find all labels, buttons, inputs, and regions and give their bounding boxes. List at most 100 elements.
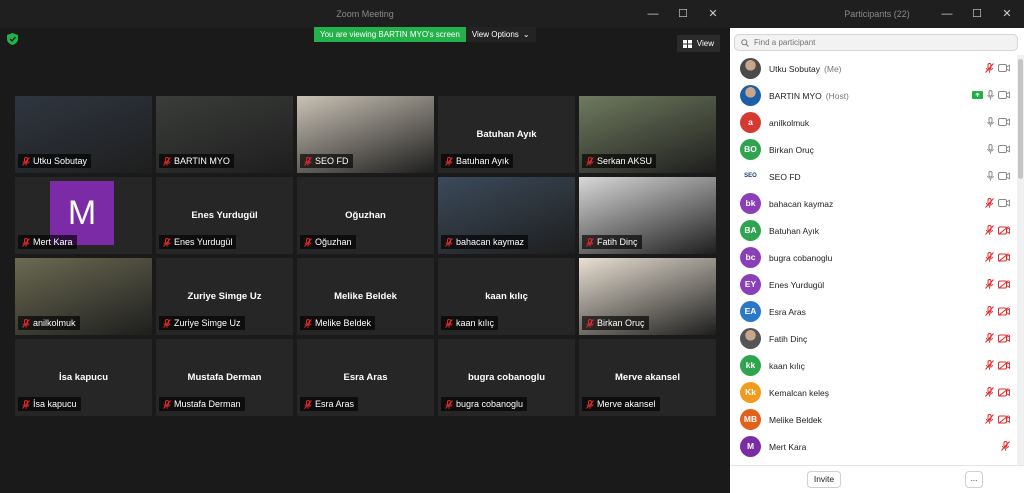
close-button[interactable]: ✕: [998, 6, 1016, 22]
more-button[interactable]: ...: [965, 471, 983, 488]
video-off-icon[interactable]: [998, 387, 1010, 397]
mic-muted-icon[interactable]: [985, 360, 994, 370]
video-camera-icon[interactable]: [998, 91, 1010, 99]
tile-name-label: Merve akansel: [582, 397, 660, 411]
participant-row[interactable]: bc bugra cobanoglu: [730, 244, 1016, 271]
search-icon: [741, 38, 749, 47]
participant-row[interactable]: BA Batuhan Ayık: [730, 217, 1016, 244]
video-tile[interactable]: BARTIN MYO: [156, 96, 293, 173]
maximize-button[interactable]: ☐: [674, 6, 692, 22]
participant-name: bugra cobanoglu: [769, 252, 833, 263]
tile-center-name: Zuriye Simge Uz: [187, 291, 262, 302]
maximize-button[interactable]: ☐: [968, 6, 986, 22]
video-tile[interactable]: Enes Yurdugül Enes Yurdugül: [156, 177, 293, 254]
video-tile[interactable]: anilkolmuk: [15, 258, 152, 335]
shield-icon[interactable]: [7, 33, 18, 45]
participant-row[interactable]: a anilkolmuk: [730, 109, 1016, 136]
participant-name: Fatih Dinç: [769, 333, 808, 344]
participant-name: kaan kılıç: [769, 360, 805, 371]
video-tile[interactable]: kaan kılıç kaan kılıç: [438, 258, 575, 335]
mic-muted-icon[interactable]: [1001, 441, 1010, 451]
mic-muted-icon[interactable]: [985, 306, 994, 316]
scrollbar[interactable]: [1017, 55, 1024, 465]
tile-center-name: Esra Aras: [343, 372, 388, 383]
participant-row[interactable]: SEO FD SEO FD: [730, 163, 1016, 200]
participant-row[interactable]: MB Melike Beldek: [730, 406, 1016, 433]
participant-row[interactable]: kk kaan kılıç: [730, 352, 1016, 379]
tile-name-label: İsa kapucu: [18, 397, 81, 411]
mic-muted-icon[interactable]: [985, 279, 994, 289]
video-tile[interactable]: Birkan Oruç: [579, 258, 716, 335]
participant-name: BARTIN MYO: [769, 90, 822, 101]
scroll-thumb[interactable]: [1018, 59, 1023, 179]
view-button[interactable]: View: [676, 35, 720, 52]
participant-row[interactable]: EA Esra Aras: [730, 298, 1016, 325]
video-tile[interactable]: Utku Sobutay: [15, 96, 152, 173]
video-off-icon[interactable]: [998, 414, 1010, 424]
minimize-button[interactable]: —: [644, 6, 662, 22]
video-camera-icon[interactable]: [998, 145, 1010, 153]
mic-muted-icon: [445, 156, 453, 166]
mic-muted-icon[interactable]: [985, 63, 994, 73]
video-tile[interactable]: bugra cobanoglu bugra cobanoglu: [438, 339, 575, 416]
participant-name: Utku Sobutay: [769, 63, 821, 74]
mic-icon[interactable]: [987, 144, 994, 154]
participant-row[interactable]: EY Enes Yurdugül: [730, 271, 1016, 298]
tile-label-text: Serkan AKSU: [597, 156, 653, 166]
participant-row[interactable]: bk bahacan kaymaz: [730, 190, 1016, 217]
invite-button[interactable]: Invite: [807, 471, 841, 488]
close-button[interactable]: ✕: [704, 6, 722, 22]
video-tile[interactable]: Mustafa Derman Mustafa Derman: [156, 339, 293, 416]
tile-label-text: Birkan Oruç: [597, 318, 645, 328]
participant-row[interactable]: BARTIN MYO (Host): [730, 82, 1016, 109]
video-tile[interactable]: Oğuzhan Oğuzhan: [297, 177, 434, 254]
mic-muted-icon: [22, 399, 30, 409]
video-camera-icon[interactable]: [998, 199, 1010, 207]
screen: Zoom Meeting — ☐ ✕ You are viewing BARTI…: [0, 0, 1024, 493]
participant-row[interactable]: Utku Sobutay (Me): [730, 55, 1016, 82]
mic-muted-icon[interactable]: [985, 225, 994, 235]
view-options-button[interactable]: View Options ⌄: [465, 27, 536, 42]
video-tile[interactable]: Fatih Dinç: [579, 177, 716, 254]
mic-icon[interactable]: [987, 117, 994, 127]
mic-muted-icon[interactable]: [985, 387, 994, 397]
participant-name: Kemalcan keleş: [769, 387, 830, 398]
video-tile[interactable]: Zuriye Simge Uz Zuriye Simge Uz: [156, 258, 293, 335]
video-tile[interactable]: Merve akansel Merve akansel: [579, 339, 716, 416]
search-input[interactable]: [754, 38, 994, 47]
mic-muted-icon[interactable]: [985, 333, 994, 343]
participant-controls: [985, 225, 1010, 235]
video-off-icon[interactable]: [998, 306, 1010, 316]
tile-label-text: Utku Sobutay: [33, 156, 88, 166]
video-off-icon[interactable]: [998, 279, 1010, 289]
mic-icon[interactable]: [987, 171, 994, 181]
video-camera-icon[interactable]: [998, 118, 1010, 126]
video-tile[interactable]: İsa kapucu İsa kapucu: [15, 339, 152, 416]
participant-row[interactable]: Fatih Dinç: [730, 325, 1016, 352]
participant-list[interactable]: Utku Sobutay (Me) BARTIN MYO (Host) a anilkol…: [730, 55, 1016, 465]
video-tile[interactable]: Serkan AKSU: [579, 96, 716, 173]
participant-search[interactable]: [734, 34, 1018, 51]
video-tile[interactable]: Esra Aras Esra Aras: [297, 339, 434, 416]
video-off-icon[interactable]: [998, 225, 1010, 235]
video-tile[interactable]: Melike Beldek Melike Beldek: [297, 258, 434, 335]
video-tile[interactable]: M Mert Kara: [15, 177, 152, 254]
video-tile[interactable]: bahacan kaymaz: [438, 177, 575, 254]
minimize-button[interactable]: —: [938, 6, 956, 22]
video-camera-icon[interactable]: [998, 64, 1010, 72]
mic-icon[interactable]: [987, 90, 994, 100]
video-tile[interactable]: SEO FD: [297, 96, 434, 173]
video-off-icon[interactable]: [998, 252, 1010, 262]
participant-row[interactable]: M Mert Kara: [730, 433, 1016, 460]
video-camera-icon[interactable]: [998, 172, 1010, 180]
mic-muted-icon[interactable]: [985, 252, 994, 262]
video-off-icon[interactable]: [998, 360, 1010, 370]
mic-muted-icon[interactable]: [985, 198, 994, 208]
participant-row[interactable]: Kk Kemalcan keleş: [730, 379, 1016, 406]
participant-row[interactable]: BO Birkan Oruç: [730, 136, 1016, 163]
video-off-icon[interactable]: [998, 333, 1010, 343]
mic-muted-icon[interactable]: [985, 414, 994, 424]
video-tile[interactable]: Batuhan Ayık Batuhan Ayık: [438, 96, 575, 173]
mic-muted-icon: [445, 399, 453, 409]
mic-muted-icon: [445, 318, 453, 328]
